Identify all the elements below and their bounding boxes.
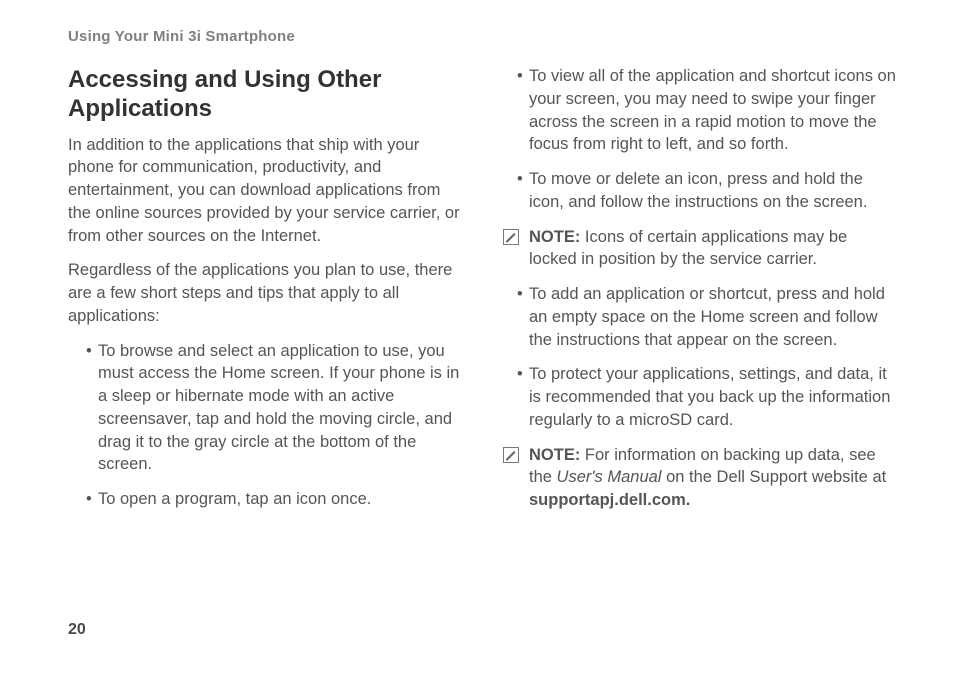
two-column-layout: Accessing and Using Other Applications I… — [68, 65, 898, 524]
right-bullet-list-2: To add an application or shortcut, press… — [499, 283, 898, 432]
list-item: To add an application or shortcut, press… — [517, 283, 898, 351]
section-title: Accessing and Using Other Applications — [68, 65, 467, 124]
note-italic: User's Manual — [557, 468, 662, 486]
intro-paragraph-1: In addition to the applications that shi… — [68, 134, 467, 248]
list-item: To view all of the application and short… — [517, 65, 898, 156]
note-2-text: NOTE: For information on backing up data… — [529, 444, 898, 512]
note-label: NOTE: — [529, 446, 580, 464]
left-bullet-list: To browse and select an application to u… — [68, 340, 467, 511]
note-1-text: NOTE: Icons of certain applications may … — [529, 226, 898, 272]
right-bullet-list-1: To view all of the application and short… — [499, 65, 898, 214]
right-column: To view all of the application and short… — [499, 65, 898, 524]
note-2: NOTE: For information on backing up data… — [499, 444, 898, 512]
page: Using Your Mini 3i Smartphone Accessing … — [0, 0, 954, 677]
page-number: 20 — [68, 621, 86, 639]
note-mid: on the Dell Support website at — [661, 468, 886, 486]
intro-paragraph-2: Regardless of the applications you plan … — [68, 259, 467, 327]
list-item: To open a program, tap an icon once. — [86, 488, 467, 511]
pencil-note-icon — [503, 447, 519, 463]
note-label: NOTE: — [529, 228, 580, 246]
pencil-note-icon — [503, 229, 519, 245]
left-column: Accessing and Using Other Applications I… — [68, 65, 467, 524]
list-item: To browse and select an application to u… — [86, 340, 467, 477]
running-head: Using Your Mini 3i Smartphone — [68, 28, 898, 45]
note-1: NOTE: Icons of certain applications may … — [499, 226, 898, 272]
list-item: To protect your applications, settings, … — [517, 363, 898, 431]
note-bold: supportapj.dell.com. — [529, 491, 690, 509]
list-item: To move or delete an icon, press and hol… — [517, 168, 898, 214]
